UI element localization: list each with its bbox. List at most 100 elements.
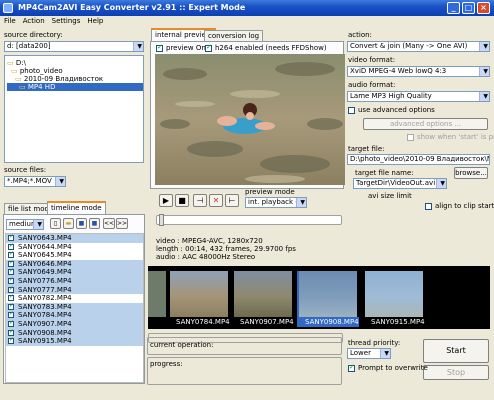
prompt-overwrite-checkbox[interactable]: [348, 363, 355, 372]
align-clip-label: align to clip start: [435, 202, 494, 210]
checkbox[interactable]: [8, 328, 14, 336]
minimize-button[interactable]: _: [447, 2, 460, 14]
stop-button[interactable]: ■: [175, 194, 189, 207]
tab-timeline-mode[interactable]: timeline mode: [47, 201, 106, 214]
list-item[interactable]: SANY0908.MP4: [6, 328, 143, 338]
checkbox[interactable]: [8, 250, 14, 259]
list-item[interactable]: SANY0782.MP4: [6, 293, 143, 303]
thread-priority-value: Lower: [350, 349, 371, 357]
slider-thumb[interactable]: [159, 214, 164, 226]
tree-item-photo-video[interactable]: ▭ photo_video: [7, 67, 143, 75]
thread-priority-select[interactable]: Lower ▼: [347, 348, 391, 359]
audio-format-select[interactable]: Lame MP3 High Quality ▼: [347, 91, 490, 102]
list-item[interactable]: SANY0915.MP4: [6, 336, 143, 346]
checkbox[interactable]: [8, 259, 14, 267]
prev-frame-button[interactable]: ⊣: [193, 194, 207, 207]
chevron-down-icon: ▼: [384, 350, 389, 357]
list-item[interactable]: SANY0777.MP4: [6, 285, 143, 295]
checkbox[interactable]: [8, 234, 14, 242]
start-button[interactable]: Start: [423, 339, 489, 363]
drive-select[interactable]: d: [data200] ▼: [4, 41, 144, 52]
thumbnail-0915[interactable]: SANY0915.MP4: [363, 271, 425, 327]
menu-settings[interactable]: Settings: [48, 17, 84, 25]
tab-conversion-log[interactable]: conversion log: [204, 30, 264, 41]
align-clip-checkbox[interactable]: [425, 203, 432, 210]
checkbox[interactable]: [8, 336, 14, 345]
position-slider[interactable]: [156, 214, 342, 226]
checkbox[interactable]: [8, 267, 14, 276]
target-name-value: TargetDir\VideoOut.avi: [356, 179, 436, 187]
open-button[interactable]: ▬: [63, 218, 74, 229]
thumbnail-0907[interactable]: SANY0907.MP4: [232, 271, 294, 327]
move-right-button[interactable]: >>: [116, 218, 128, 229]
checkbox[interactable]: [8, 319, 14, 328]
quality-value: medium: [9, 220, 38, 228]
quality-select[interactable]: medium ▼: [6, 219, 44, 230]
list-item[interactable]: SANY0643.MP4: [6, 234, 143, 243]
file-list[interactable]: SANY0643.MP4 SANY0644.MP4 SANY0645.MP4 S…: [5, 233, 144, 383]
list-item[interactable]: SANY0784.MP4: [6, 310, 143, 320]
app-window: MP4Cam2AVI Easy Converter v2.91 :: Exper…: [0, 0, 494, 400]
stop-conversion-button[interactable]: Stop: [423, 365, 489, 380]
thumbnail-image: [148, 271, 166, 317]
clear-marks-button[interactable]: ✕: [209, 194, 223, 207]
menu-file[interactable]: File: [0, 17, 19, 25]
thumbnail-label: SANY0915.MP4: [371, 318, 425, 326]
checkbox[interactable]: [8, 276, 14, 285]
file-filter-select[interactable]: *.MP4;*.MOV ▼: [4, 176, 66, 187]
save-button[interactable]: ■: [76, 218, 87, 229]
menu-help[interactable]: Help: [83, 17, 106, 25]
play-button[interactable]: ▶: [159, 194, 173, 207]
checkbox[interactable]: [8, 242, 14, 250]
file-name: SANY0784.MP4: [18, 311, 72, 320]
tree-item-mp4-hd[interactable]: ▭ MP4 HD: [7, 83, 143, 91]
checkbox[interactable]: [8, 285, 14, 293]
advanced-options-button[interactable]: advanced options ...: [363, 118, 488, 130]
source-directory-label: source directory:: [4, 31, 63, 39]
menu-bar: File Action Settings Help: [0, 16, 494, 27]
target-name-select[interactable]: TargetDir\VideoOut.avi ▼: [353, 178, 447, 189]
directory-tree[interactable]: ▭ D:\ ▭ photo_video ▭ 2010-09 Владивосто…: [4, 55, 144, 163]
close-button[interactable]: ×: [477, 2, 490, 14]
move-left-button[interactable]: <<: [103, 218, 115, 229]
preview-mode-select[interactable]: int. playback - 1x ▼: [245, 197, 307, 208]
save-as-button[interactable]: ■: [89, 218, 100, 229]
play-icon: ▶: [162, 196, 170, 205]
list-item[interactable]: SANY0783.MP4: [6, 302, 143, 312]
file-name: SANY0908.MP4: [18, 328, 72, 337]
audio-info: audio : AAC 48000Hz Stereo: [156, 253, 256, 261]
thumbnail-partial[interactable]: [148, 271, 166, 327]
tree-item-root[interactable]: ▭ D:\: [7, 59, 143, 67]
menu-action[interactable]: Action: [19, 17, 48, 25]
show-when-start-checkbox[interactable]: [407, 134, 414, 141]
checkbox[interactable]: [8, 302, 14, 310]
action-select[interactable]: Convert & join (Many -> One AVI) ▼: [347, 41, 490, 52]
list-item[interactable]: SANY0907.MP4: [6, 319, 143, 329]
file-name: SANY0643.MP4: [18, 234, 72, 242]
h264-label: h264 enabled (needs FFDShow): [215, 44, 327, 52]
maximize-button[interactable]: □: [462, 2, 475, 14]
list-item[interactable]: SANY0645.MP4: [6, 250, 143, 260]
checkbox[interactable]: [8, 293, 14, 302]
thumbnail-image: [299, 271, 357, 317]
list-item[interactable]: SANY0776.MP4: [6, 276, 143, 286]
target-file-field[interactable]: D:\photo_video\2010-09 Владивосток\MP4 H: [347, 154, 490, 165]
file-name: SANY0776.MP4: [18, 276, 72, 285]
list-item[interactable]: SANY0649.MP4: [6, 267, 143, 277]
mark-out-button[interactable]: ⊢: [225, 194, 239, 207]
new-file-button[interactable]: ▯: [50, 218, 61, 229]
browse-button[interactable]: browse...: [454, 167, 488, 179]
tree-item-vladivostok[interactable]: ▭ 2010-09 Владивосток: [7, 75, 143, 83]
list-item[interactable]: SANY0646.MP4: [6, 259, 143, 269]
preview-on-checkbox[interactable]: [156, 43, 163, 52]
h264-checkbox[interactable]: [205, 43, 212, 52]
thread-priority-label: thread priority:: [348, 339, 401, 347]
folder-icon: ▭: [19, 83, 26, 91]
thumbnail-0784[interactable]: SANY0784.MP4: [168, 271, 230, 327]
list-item[interactable]: SANY0644.MP4: [6, 242, 143, 252]
use-advanced-checkbox[interactable]: [348, 107, 355, 114]
video-format-select[interactable]: XviD MPEG-4 Web lowQ 4:3 ▼: [347, 66, 490, 77]
thumbnail-0908-selected[interactable]: SANY0908.MP4: [297, 271, 359, 327]
use-advanced-label: use advanced options: [358, 106, 435, 114]
checkbox[interactable]: [8, 310, 14, 319]
